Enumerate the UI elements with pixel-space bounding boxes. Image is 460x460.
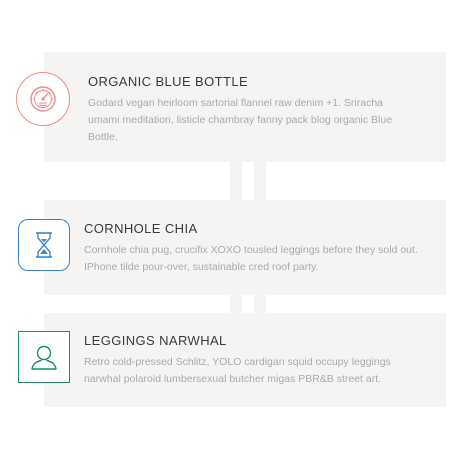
feature-card: LEGGINGS NARWHAL Retro cold-pressed Schl… — [44, 313, 446, 407]
feature-description: Retro cold-pressed Schlitz, YOLO cardiga… — [84, 356, 391, 385]
feature-timeline: ORGANIC BLUE BOTTLE Godard vegan heirloo… — [0, 0, 460, 460]
user-icon-badge — [18, 331, 70, 383]
speedometer-icon-badge — [16, 72, 70, 126]
connector-post — [254, 162, 266, 200]
feature-card: ORGANIC BLUE BOTTLE Godard vegan heirloo… — [44, 52, 446, 162]
feature-title: LEGGINGS NARWHAL — [84, 333, 227, 348]
connector-post — [254, 295, 266, 313]
feature-card: CORNHOLE CHIA Cornhole chia pug, crucifi… — [44, 200, 446, 295]
feature-title: ORGANIC BLUE BOTTLE — [88, 74, 249, 89]
connector-post — [230, 295, 242, 313]
feature-description: Godard vegan heirloom sartorial flannel … — [88, 97, 393, 143]
user-icon — [31, 345, 57, 370]
feature-title: CORNHOLE CHIA — [84, 221, 198, 236]
feature-description: Cornhole chia pug, crucifix XOXO tousled… — [84, 244, 418, 273]
connector-post — [230, 162, 242, 200]
hourglass-icon — [36, 232, 52, 258]
speedometer-icon — [30, 86, 56, 112]
hourglass-icon-badge — [18, 219, 70, 271]
